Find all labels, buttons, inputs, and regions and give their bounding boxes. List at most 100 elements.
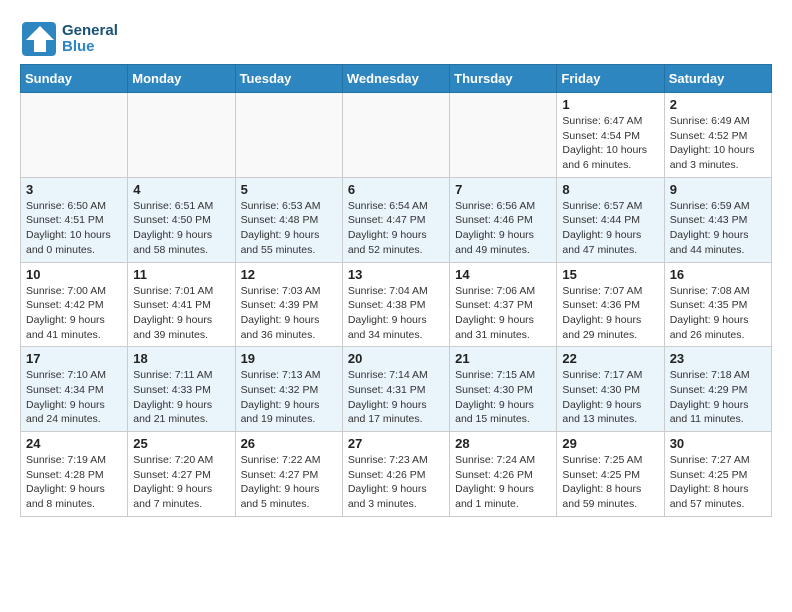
day-number: 21 bbox=[455, 351, 551, 366]
day-number: 24 bbox=[26, 436, 122, 451]
day-info: Sunrise: 6:54 AM Sunset: 4:47 PM Dayligh… bbox=[348, 199, 444, 258]
day-info: Sunrise: 7:08 AM Sunset: 4:35 PM Dayligh… bbox=[670, 284, 766, 343]
calendar-cell: 20 Sunrise: 7:14 AM Sunset: 4:31 PM Dayli… bbox=[342, 347, 449, 432]
logo: General Blue bbox=[20, 20, 118, 58]
weekday-header-monday: Monday bbox=[128, 65, 235, 93]
day-info: Sunrise: 7:19 AM Sunset: 4:28 PM Dayligh… bbox=[26, 453, 122, 512]
day-info: Sunrise: 6:56 AM Sunset: 4:46 PM Dayligh… bbox=[455, 199, 551, 258]
weekday-header-saturday: Saturday bbox=[664, 65, 771, 93]
day-number: 28 bbox=[455, 436, 551, 451]
calendar-cell: 28Sunrise: 7:24 AM Sunset: 4:26 PM Dayli… bbox=[450, 432, 557, 517]
calendar-cell: 25 Sunrise: 7:20 AM Sunset: 4:27 PM Dayli… bbox=[128, 432, 235, 517]
day-number: 22 bbox=[562, 351, 658, 366]
logo-text-line1: General bbox=[62, 23, 118, 40]
weekday-header-sunday: Sunday bbox=[21, 65, 128, 93]
day-info: Sunrise: 6:49 AM Sunset: 4:52 PM Dayligh… bbox=[670, 114, 766, 173]
calendar-cell: 18Sunrise: 7:11 AM Sunset: 4:33 PM Dayli… bbox=[128, 347, 235, 432]
calendar-cell: 17 Sunrise: 7:10 AM Sunset: 4:34 PM Dayli… bbox=[21, 347, 128, 432]
day-number: 14 bbox=[455, 267, 551, 282]
calendar-cell: 29Sunrise: 7:25 AM Sunset: 4:25 PM Dayli… bbox=[557, 432, 664, 517]
day-info: Sunrise: 7:25 AM Sunset: 4:25 PM Dayligh… bbox=[562, 453, 658, 512]
day-info: Sunrise: 7:27 AM Sunset: 4:25 PM Dayligh… bbox=[670, 453, 766, 512]
day-number: 18 bbox=[133, 351, 229, 366]
calendar-cell: 13 Sunrise: 7:04 AM Sunset: 4:38 PM Dayli… bbox=[342, 262, 449, 347]
calendar-cell bbox=[128, 93, 235, 178]
day-number: 16 bbox=[670, 267, 766, 282]
day-info: Sunrise: 7:15 AM Sunset: 4:30 PM Dayligh… bbox=[455, 368, 551, 427]
day-number: 5 bbox=[241, 182, 337, 197]
logo-text-line2: Blue bbox=[62, 39, 118, 56]
day-number: 13 bbox=[348, 267, 444, 282]
calendar-cell: 21 Sunrise: 7:15 AM Sunset: 4:30 PM Dayli… bbox=[450, 347, 557, 432]
calendar-cell: 4 Sunrise: 6:51 AM Sunset: 4:50 PM Daylig… bbox=[128, 177, 235, 262]
calendar-cell: 19 Sunrise: 7:13 AM Sunset: 4:32 PM Dayli… bbox=[235, 347, 342, 432]
calendar-table: SundayMondayTuesdayWednesdayThursdayFrid… bbox=[20, 64, 772, 517]
day-number: 6 bbox=[348, 182, 444, 197]
calendar-cell: 26 Sunrise: 7:22 AM Sunset: 4:27 PM Dayli… bbox=[235, 432, 342, 517]
calendar-cell: 27 Sunrise: 7:23 AM Sunset: 4:26 PM Dayli… bbox=[342, 432, 449, 517]
calendar-cell: 3 Sunrise: 6:50 AM Sunset: 4:51 PM Daylig… bbox=[21, 177, 128, 262]
day-number: 23 bbox=[670, 351, 766, 366]
calendar-cell bbox=[450, 93, 557, 178]
day-info: Sunrise: 6:59 AM Sunset: 4:43 PM Dayligh… bbox=[670, 199, 766, 258]
calendar-cell: 8 Sunrise: 6:57 AM Sunset: 4:44 PM Daylig… bbox=[557, 177, 664, 262]
calendar-cell: 16 Sunrise: 7:08 AM Sunset: 4:35 PM Dayli… bbox=[664, 262, 771, 347]
calendar-cell: 9 Sunrise: 6:59 AM Sunset: 4:43 PM Daylig… bbox=[664, 177, 771, 262]
weekday-header-friday: Friday bbox=[557, 65, 664, 93]
calendar-cell: 11 Sunrise: 7:01 AM Sunset: 4:41 PM Dayli… bbox=[128, 262, 235, 347]
calendar-cell: 15 Sunrise: 7:07 AM Sunset: 4:36 PM Dayli… bbox=[557, 262, 664, 347]
day-number: 2 bbox=[670, 97, 766, 112]
day-info: Sunrise: 7:17 AM Sunset: 4:30 PM Dayligh… bbox=[562, 368, 658, 427]
calendar-cell: 7 Sunrise: 6:56 AM Sunset: 4:46 PM Daylig… bbox=[450, 177, 557, 262]
day-info: Sunrise: 6:53 AM Sunset: 4:48 PM Dayligh… bbox=[241, 199, 337, 258]
day-info: Sunrise: 7:23 AM Sunset: 4:26 PM Dayligh… bbox=[348, 453, 444, 512]
day-info: Sunrise: 7:13 AM Sunset: 4:32 PM Dayligh… bbox=[241, 368, 337, 427]
weekday-header-wednesday: Wednesday bbox=[342, 65, 449, 93]
day-number: 17 bbox=[26, 351, 122, 366]
day-number: 4 bbox=[133, 182, 229, 197]
day-number: 19 bbox=[241, 351, 337, 366]
day-info: Sunrise: 7:00 AM Sunset: 4:42 PM Dayligh… bbox=[26, 284, 122, 343]
calendar-cell: 14 Sunrise: 7:06 AM Sunset: 4:37 PM Dayli… bbox=[450, 262, 557, 347]
day-number: 15 bbox=[562, 267, 658, 282]
calendar-cell bbox=[342, 93, 449, 178]
day-number: 1 bbox=[562, 97, 658, 112]
day-number: 25 bbox=[133, 436, 229, 451]
day-info: Sunrise: 7:01 AM Sunset: 4:41 PM Dayligh… bbox=[133, 284, 229, 343]
day-info: Sunrise: 6:50 AM Sunset: 4:51 PM Dayligh… bbox=[26, 199, 122, 258]
day-number: 9 bbox=[670, 182, 766, 197]
day-info: Sunrise: 7:14 AM Sunset: 4:31 PM Dayligh… bbox=[348, 368, 444, 427]
day-info: Sunrise: 7:06 AM Sunset: 4:37 PM Dayligh… bbox=[455, 284, 551, 343]
day-info: Sunrise: 7:22 AM Sunset: 4:27 PM Dayligh… bbox=[241, 453, 337, 512]
calendar-cell: 22 Sunrise: 7:17 AM Sunset: 4:30 PM Dayli… bbox=[557, 347, 664, 432]
weekday-header-thursday: Thursday bbox=[450, 65, 557, 93]
calendar-cell: 6 Sunrise: 6:54 AM Sunset: 4:47 PM Daylig… bbox=[342, 177, 449, 262]
day-info: Sunrise: 7:20 AM Sunset: 4:27 PM Dayligh… bbox=[133, 453, 229, 512]
day-number: 3 bbox=[26, 182, 122, 197]
day-info: Sunrise: 6:51 AM Sunset: 4:50 PM Dayligh… bbox=[133, 199, 229, 258]
day-info: Sunrise: 6:57 AM Sunset: 4:44 PM Dayligh… bbox=[562, 199, 658, 258]
day-number: 12 bbox=[241, 267, 337, 282]
calendar-cell: 10 Sunrise: 7:00 AM Sunset: 4:42 PM Dayli… bbox=[21, 262, 128, 347]
day-number: 11 bbox=[133, 267, 229, 282]
day-number: 30 bbox=[670, 436, 766, 451]
calendar-cell: 1 Sunrise: 6:47 AM Sunset: 4:54 PM Daylig… bbox=[557, 93, 664, 178]
weekday-header-tuesday: Tuesday bbox=[235, 65, 342, 93]
day-info: Sunrise: 7:03 AM Sunset: 4:39 PM Dayligh… bbox=[241, 284, 337, 343]
day-info: Sunrise: 7:04 AM Sunset: 4:38 PM Dayligh… bbox=[348, 284, 444, 343]
day-number: 10 bbox=[26, 267, 122, 282]
day-info: Sunrise: 7:18 AM Sunset: 4:29 PM Dayligh… bbox=[670, 368, 766, 427]
day-info: Sunrise: 7:10 AM Sunset: 4:34 PM Dayligh… bbox=[26, 368, 122, 427]
day-info: Sunrise: 7:07 AM Sunset: 4:36 PM Dayligh… bbox=[562, 284, 658, 343]
day-info: Sunrise: 6:47 AM Sunset: 4:54 PM Dayligh… bbox=[562, 114, 658, 173]
day-number: 7 bbox=[455, 182, 551, 197]
calendar-cell: 30 Sunrise: 7:27 AM Sunset: 4:25 PM Dayli… bbox=[664, 432, 771, 517]
day-number: 27 bbox=[348, 436, 444, 451]
day-number: 26 bbox=[241, 436, 337, 451]
day-number: 20 bbox=[348, 351, 444, 366]
calendar-cell bbox=[21, 93, 128, 178]
calendar-cell: 24 Sunrise: 7:19 AM Sunset: 4:28 PM Dayli… bbox=[21, 432, 128, 517]
calendar-cell: 12 Sunrise: 7:03 AM Sunset: 4:39 PM Dayli… bbox=[235, 262, 342, 347]
day-number: 8 bbox=[562, 182, 658, 197]
calendar-cell: 23 Sunrise: 7:18 AM Sunset: 4:29 PM Dayli… bbox=[664, 347, 771, 432]
